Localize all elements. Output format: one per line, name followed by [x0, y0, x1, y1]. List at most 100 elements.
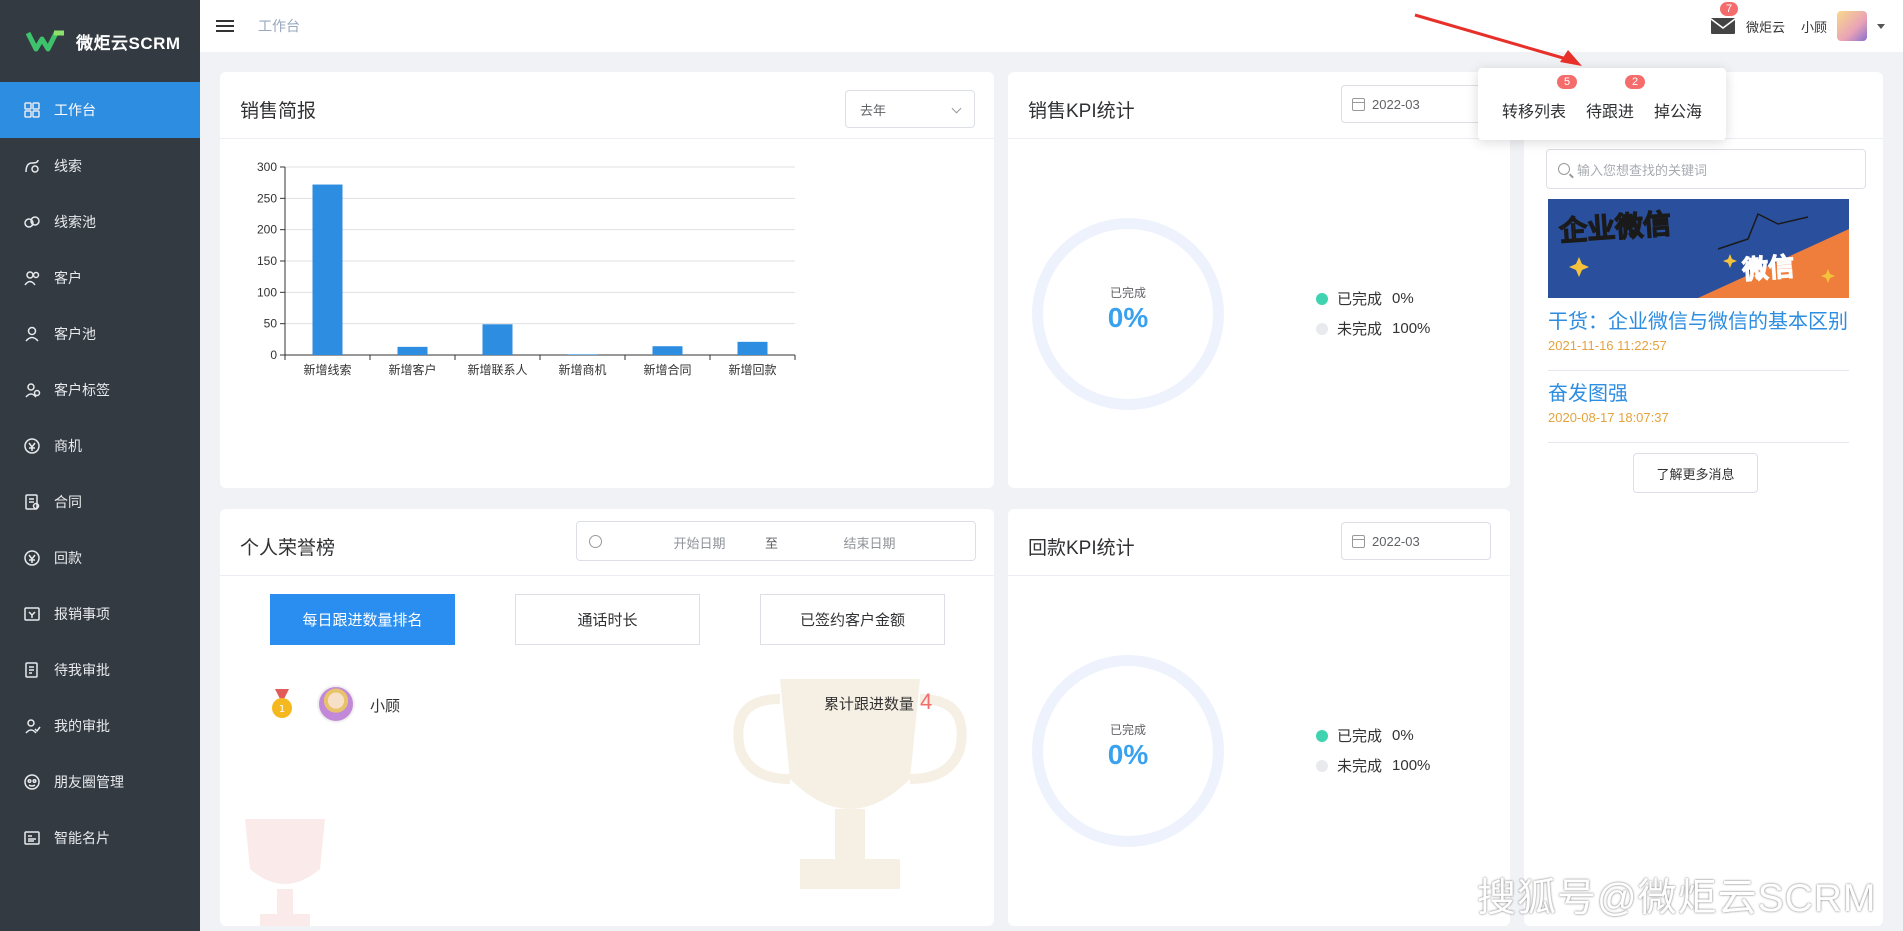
sidebar-item-label: 客户 [54, 270, 82, 286]
payment-kpi-title: 回款KPI统计 [1028, 538, 1135, 559]
article-title-1[interactable]: 干货：企业微信与微信的基本区别 [1548, 305, 1848, 334]
date-range-picker[interactable]: 开始日期 至 结束日期 [576, 521, 976, 561]
sales-kpi-month-picker[interactable]: 2022-03 [1341, 85, 1491, 123]
mail-count-badge: 7 [1719, 2, 1739, 16]
chevron-down-icon [951, 103, 962, 114]
sidebar-item-label: 我的审批 [54, 718, 110, 734]
pending-follow-up-link[interactable]: 待跟进 [1586, 98, 1634, 122]
user-name[interactable]: 小顾 [1801, 17, 1827, 36]
sidebar-item-my-approval[interactable]: 我的审批 [0, 698, 200, 754]
legend-label: 已完成 [1337, 291, 1383, 308]
pending-approval-icon [22, 660, 42, 680]
sidebar-item-pending-approval[interactable]: 待我审批 [0, 642, 200, 698]
sidebar-item-label: 商机 [54, 438, 82, 454]
trophy-icon [245, 819, 325, 926]
sidebar-item-label: 报销事项 [54, 606, 110, 622]
rank-metric: 累计跟进数量 4 [824, 689, 932, 715]
article-title-2[interactable]: 奋发图强 [1548, 377, 1628, 406]
chevron-down-icon[interactable] [1877, 23, 1885, 29]
period-select[interactable]: 去年 [845, 90, 975, 128]
legend-dot [1316, 729, 1328, 742]
user-avatar[interactable] [1837, 11, 1867, 41]
honor-title: 个人荣誉榜 [240, 538, 336, 559]
sidebar-item-label: 回款 [54, 550, 82, 566]
public-pool-link[interactable]: 掉公海 [1654, 98, 1702, 122]
app-logo[interactable]: 微炬云SCRM [0, 0, 200, 82]
sidebar-item-customers[interactable]: 客户 [0, 250, 200, 306]
legend-label: 已完成 [1337, 728, 1383, 745]
sidebar-item-moments[interactable]: 朋友圈管理 [0, 754, 200, 810]
payment-kpi-month-picker[interactable]: 2022-03 [1341, 522, 1491, 560]
sidebar-item-opportunity[interactable]: 商机 [0, 418, 200, 474]
sidebar-item-payment[interactable]: 回款 [0, 530, 200, 586]
payment-kpi-ring-value: 0% [1107, 739, 1149, 770]
follow-up-badge: 2 [1625, 75, 1646, 89]
calendar-icon [1352, 98, 1365, 111]
sidebar-item-contract[interactable]: 合同 [0, 474, 200, 530]
transfer-list-link[interactable]: 转移列表 [1502, 98, 1566, 122]
sidebar-item-customer-pool[interactable]: 客户池 [0, 306, 200, 362]
sidebar-item-lead[interactable]: 线索 [0, 138, 200, 194]
sales-kpi-ring-label: 已完成 [1109, 286, 1146, 300]
bar-5[interactable] [737, 341, 768, 355]
contract-icon [22, 492, 42, 512]
sales-kpi-title: 销售KPI统计 [1028, 101, 1135, 122]
sidebar-item-pool[interactable]: 线索池 [0, 194, 200, 250]
clock-icon [589, 535, 602, 548]
logo-icon [26, 30, 64, 52]
rank-number: 1 [279, 704, 285, 715]
y-tick-label: 300 [257, 160, 277, 174]
sidebar-item-reimbursement[interactable]: 报销事项 [0, 586, 200, 642]
y-tick-label: 0 [270, 348, 277, 362]
moments-icon [22, 772, 42, 792]
message-search-input[interactable]: 输入您想查找的关键词 [1546, 149, 1866, 189]
rank-user-avatar [317, 685, 355, 723]
sidebar-item-tag[interactable]: 客户标签 [0, 362, 200, 418]
tab-signed-amount[interactable]: 已签约客户金额 [760, 594, 945, 645]
sidebar: 微炬云SCRM 工作台线索线索池客户客户池客户标签商机合同回款报销事项待我审批我… [0, 0, 200, 931]
honor-ranking-card: 个人荣誉榜 开始日期 至 结束日期 每日跟进数量排名 通话时长 已签约客户金额 … [220, 509, 994, 926]
sidebar-item-label: 线索池 [54, 214, 96, 230]
payment-icon [22, 548, 42, 568]
end-date-input[interactable]: 结束日期 [822, 533, 917, 552]
legend-value: 0% [1392, 727, 1414, 744]
range-separator: 至 [765, 536, 779, 551]
sidebar-item-label: 线索 [54, 158, 82, 174]
article-date-1: 2021-11-16 11:22:57 [1548, 338, 1667, 353]
bar-3[interactable] [567, 354, 598, 355]
rank-metric-count: 4 [920, 689, 933, 714]
bar-0[interactable] [312, 184, 343, 355]
card-icon [22, 828, 42, 848]
start-date-input[interactable]: 开始日期 [652, 533, 747, 552]
x-tick-label: 新增合同 [643, 362, 691, 377]
sidebar-item-label: 客户标签 [54, 382, 110, 398]
tab-daily-follow-up[interactable]: 每日跟进数量排名 [270, 594, 455, 645]
mail-icon[interactable]: 7 [1710, 2, 1739, 36]
sales-report-title: 销售简报 [240, 101, 317, 122]
x-tick-label: 新增商机 [558, 362, 606, 377]
customers-icon [22, 268, 42, 288]
bar-1[interactable] [397, 346, 428, 355]
medal-icon: 1 [272, 689, 292, 718]
legend-value: 100% [1392, 757, 1431, 774]
sidebar-item-card[interactable]: 智能名片 [0, 810, 200, 866]
x-tick-label: 新增线索 [303, 362, 351, 377]
article-banner[interactable]: 企业微信 微信 [1548, 199, 1849, 298]
messages-panel: 输入您想查找的关键词 企业微信 微信 干货：企业微信与微信的基本区别 2021-… [1524, 72, 1883, 926]
pool-icon [22, 212, 42, 232]
lead-icon [22, 156, 42, 176]
x-tick-label: 新增客户 [388, 362, 436, 377]
y-tick-label: 100 [257, 285, 277, 299]
sidebar-item-label: 待我审批 [54, 662, 110, 678]
sidebar-item-grid[interactable]: 工作台 [0, 82, 200, 138]
menu-toggle-icon[interactable] [216, 17, 234, 35]
tab-call-duration[interactable]: 通话时长 [515, 594, 700, 645]
article-date-2: 2020-08-17 18:07:37 [1548, 410, 1669, 425]
sidebar-item-label: 客户池 [54, 326, 96, 342]
breadcrumb[interactable]: 工作台 [258, 16, 300, 36]
bar-2[interactable] [482, 324, 513, 355]
rank-user-name: 小顾 [370, 698, 401, 715]
company-name: 微炬云 [1745, 19, 1785, 35]
more-messages-button[interactable]: 了解更多消息 [1633, 453, 1758, 493]
bar-4[interactable] [652, 346, 683, 355]
